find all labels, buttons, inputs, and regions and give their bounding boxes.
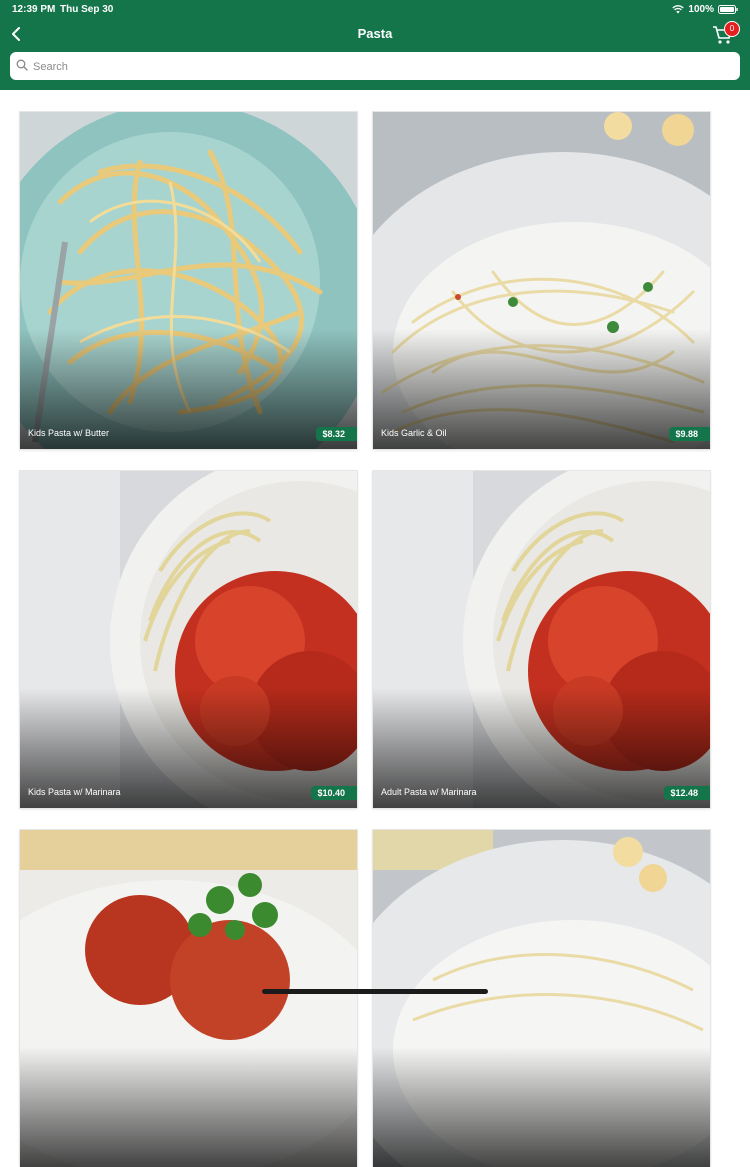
status-right: 100%: [672, 4, 738, 15]
product-name: Kids Pasta w/ Butter: [28, 428, 110, 438]
battery-percent: 100%: [688, 4, 714, 15]
product-name: Kids Pasta w/ Marinara: [28, 787, 121, 797]
image-shade: [373, 1047, 710, 1167]
status-date: Thu Sep 30: [60, 4, 114, 15]
status-bar: 12:39 PM Thu Sep 30 100%: [0, 0, 750, 18]
status-time: 12:39 PM: [12, 4, 56, 15]
cart-count-badge: 0: [724, 21, 740, 37]
app-header: 12:39 PM Thu Sep 30 100% Pasta 0: [0, 0, 750, 90]
product-name: Kids Garlic & Oil: [381, 428, 447, 438]
product-price: $8.32: [316, 427, 357, 441]
product-price: $10.40: [311, 786, 357, 800]
product-card[interactable]: [373, 830, 710, 1167]
product-card[interactable]: Kids Pasta w/ Marinara $10.40: [20, 471, 357, 808]
product-name: Adult Pasta w/ Marinara: [381, 787, 477, 797]
page-title: Pasta: [357, 26, 393, 41]
product-card[interactable]: Kids Garlic & Oil $9.88: [373, 112, 710, 449]
search-bar[interactable]: [10, 52, 740, 82]
wifi-icon: [672, 5, 685, 14]
product-price: $9.88: [669, 427, 710, 441]
product-card[interactable]: Kids Pasta w/ Butter $8.32: [20, 112, 357, 449]
product-grid: Kids Pasta w/ Butter $8.32 Kids Garlic &…: [20, 112, 710, 1167]
search-icon: [16, 59, 28, 71]
cart-button[interactable]: 0: [710, 21, 742, 47]
product-card[interactable]: Adult Pasta w/ Marinara $12.48: [373, 471, 710, 808]
search-input[interactable]: [31, 52, 735, 82]
battery-icon: [718, 5, 738, 14]
product-price: $12.48: [664, 786, 710, 800]
product-card[interactable]: [20, 830, 357, 1167]
image-shade: [20, 1047, 357, 1167]
home-indicator: [262, 989, 488, 994]
